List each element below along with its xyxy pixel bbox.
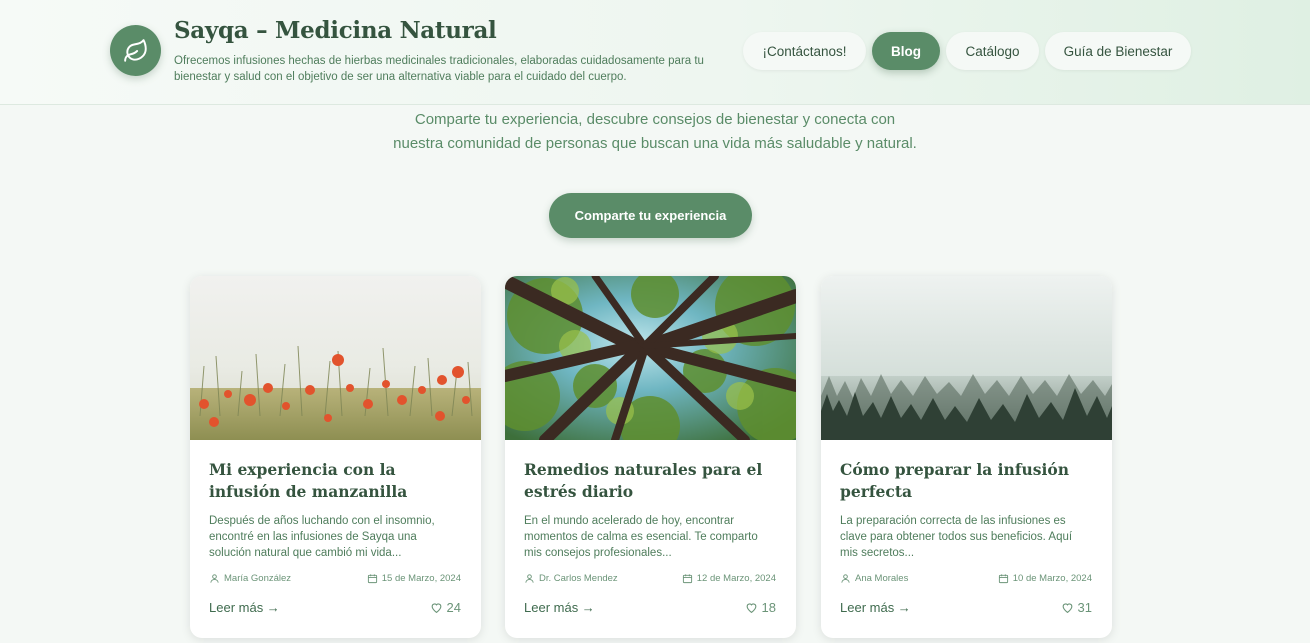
author-name: Dr. Carlos Mendez xyxy=(539,573,618,584)
calendar-icon xyxy=(682,574,692,584)
nav-blog-button[interactable]: Blog xyxy=(872,32,940,70)
author-name: María González xyxy=(224,573,292,584)
like-count: 18 xyxy=(761,600,776,615)
date-text: 10 de Marzo, 2024 xyxy=(1012,573,1092,584)
post-excerpt: Después de años luchando con el insomnio… xyxy=(209,515,435,559)
heart-icon xyxy=(746,603,756,614)
site-header: Sayqa – Medicina Natural Ofrecemos infus… xyxy=(0,0,1310,105)
nav-guide-button[interactable]: Guía de Bienestar xyxy=(1045,32,1191,70)
post-footer: Leer más → 31 xyxy=(840,600,1092,618)
poppy-field-image xyxy=(190,276,481,440)
read-more-link[interactable]: Leer más → xyxy=(524,600,595,615)
post-excerpt: La preparación correcta de las infusione… xyxy=(840,515,1073,559)
like-button[interactable]: 18 xyxy=(745,600,776,615)
user-icon xyxy=(210,574,219,583)
blog-card[interactable]: Remedios naturales para el estrés diario… xyxy=(505,276,796,638)
post-footer: Leer más → 24 xyxy=(209,600,461,618)
post-author: Dr. Carlos Mendez xyxy=(524,573,618,584)
post-title[interactable]: Mi experiencia con la infusión de manzan… xyxy=(209,459,469,503)
forest-canopy-image xyxy=(505,276,796,440)
like-button[interactable]: 31 xyxy=(1061,600,1092,615)
post-meta: María González 15 de Marzo, 2024 xyxy=(209,573,461,587)
like-count: 24 xyxy=(446,600,461,615)
author-name: Ana Morales xyxy=(855,573,909,584)
post-title[interactable]: Remedios naturales para el estrés diario xyxy=(524,459,784,503)
nav-catalog-button[interactable]: Catálogo xyxy=(946,32,1039,70)
blog-intro: Comparte tu experiencia, descubre consej… xyxy=(0,108,1310,156)
date-text: 15 de Marzo, 2024 xyxy=(381,573,461,584)
main-nav: ¡Contáctanos! Blog Catálogo Guía de Bien… xyxy=(0,32,1310,71)
calendar-icon xyxy=(998,574,1008,584)
read-more-link[interactable]: Leer más → xyxy=(840,600,911,615)
nav-contact-button[interactable]: ¡Contáctanos! xyxy=(743,32,866,70)
post-author: María González xyxy=(209,573,291,584)
post-meta: Ana Morales 10 de Marzo, 2024 xyxy=(840,573,1092,587)
share-experience-button[interactable]: Comparte tu experiencia xyxy=(549,193,752,238)
date-text: 12 de Marzo, 2024 xyxy=(696,573,776,584)
user-icon xyxy=(525,574,534,583)
read-more-link[interactable]: Leer más → xyxy=(209,600,280,615)
post-date: 10 de Marzo, 2024 xyxy=(998,573,1092,584)
like-button[interactable]: 24 xyxy=(430,600,461,615)
post-date: 15 de Marzo, 2024 xyxy=(367,573,461,584)
post-footer: Leer más → 18 xyxy=(524,600,776,618)
post-author: Ana Morales xyxy=(840,573,908,584)
intro-line-2: nuestra comunidad de personas que buscan… xyxy=(393,135,917,152)
post-excerpt: En el mundo acelerado de hoy, encontrar … xyxy=(524,515,758,559)
blog-card[interactable]: Mi experiencia con la infusión de manzan… xyxy=(190,276,481,638)
blog-card[interactable]: Cómo preparar la infusión perfecta La pr… xyxy=(821,276,1112,638)
heart-icon xyxy=(431,603,441,614)
post-title[interactable]: Cómo preparar la infusión perfecta xyxy=(840,459,1100,503)
heart-icon xyxy=(1062,603,1072,614)
misty-forest-image xyxy=(821,276,1112,440)
post-meta: Dr. Carlos Mendez 12 de Marzo, 2024 xyxy=(524,573,776,587)
like-count: 31 xyxy=(1077,600,1092,615)
intro-line-1: Comparte tu experiencia, descubre consej… xyxy=(414,111,896,128)
post-date: 12 de Marzo, 2024 xyxy=(682,573,776,584)
calendar-icon xyxy=(367,574,377,584)
user-icon xyxy=(841,574,850,583)
